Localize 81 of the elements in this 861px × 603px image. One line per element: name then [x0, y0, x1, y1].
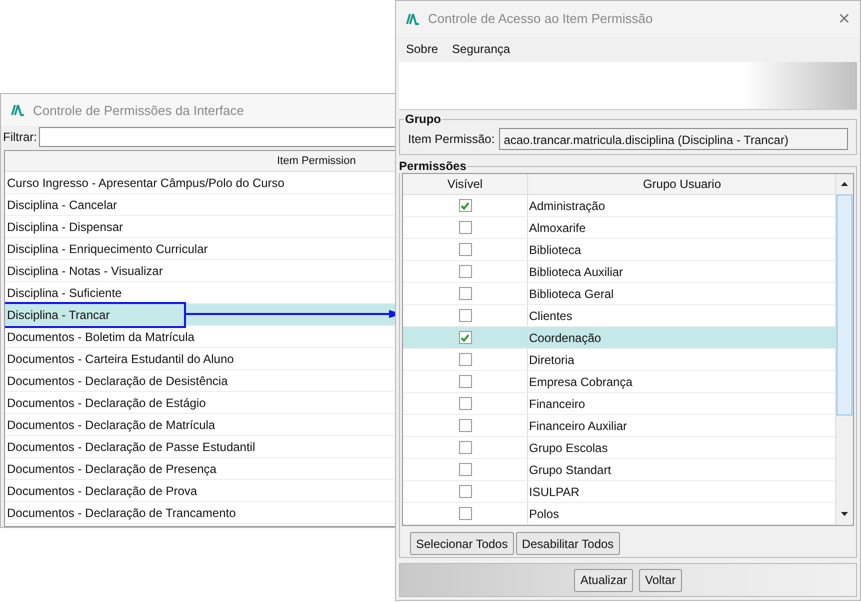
table-cell: Empresa Cobrança — [529, 374, 632, 389]
table-row[interactable]: Financeiro Auxiliar — [403, 415, 835, 438]
table-cell: Documentos - Boletim da Matrícula — [7, 330, 194, 344]
checkbox[interactable] — [458, 485, 472, 498]
action-button[interactable]: Voltar — [639, 568, 682, 592]
checkbox[interactable] — [458, 243, 472, 256]
action-button[interactable]: Selecionar Todos — [410, 532, 514, 556]
table-cell: Biblioteca Auxiliar — [529, 264, 624, 279]
table-row[interactable]: Financeiro — [403, 393, 835, 416]
window-title: Controle de Permissões da Interface — [33, 102, 244, 118]
table-cell: Administração — [529, 198, 606, 213]
checkbox[interactable] — [458, 331, 472, 344]
table-row[interactable]: Polos — [403, 503, 835, 526]
checkbox[interactable] — [458, 507, 472, 520]
table-row[interactable]: Diretoria — [403, 349, 835, 372]
table-row[interactable]: Disciplina - Trancar — [5, 304, 398, 326]
checkbox[interactable] — [458, 309, 472, 322]
group-legend: Grupo — [404, 112, 442, 126]
table-cell: Documentos - Declaração de Trancamento — [7, 506, 236, 520]
table-cell: Polos — [529, 506, 560, 521]
table-cell: Clientes — [529, 308, 572, 323]
table-cell: Documentos - Declaração de Estágio — [7, 396, 206, 410]
close-button[interactable]: × — [838, 8, 850, 29]
column-header[interactable]: Item Permission — [5, 151, 398, 172]
logo-icon — [406, 12, 420, 25]
table-cell: Disciplina - Trancar — [7, 308, 110, 322]
table-row[interactable]: Grupo Escolas — [403, 437, 835, 460]
table-cell: Documentos - Carteira Estudantil do Aluno — [7, 352, 234, 366]
checkbox[interactable] — [458, 287, 472, 300]
item-permission-field[interactable]: acao.trancar.matricula.disciplina (Disciplina - Trancar) — [498, 128, 848, 150]
table-cell: Grupo Escolas — [529, 440, 608, 455]
table-cell: Disciplina - Enriquecimento Curricular — [7, 242, 208, 256]
table-row[interactable]: Coordenação — [403, 327, 835, 350]
table-cell: Documentos - Declaração de Presença — [7, 462, 216, 476]
table-cell: Disciplina - Cancelar — [7, 198, 118, 212]
table-cell: Disciplina - Dispensar — [7, 220, 124, 234]
checkbox[interactable] — [458, 375, 472, 388]
table-cell: Biblioteca Geral — [529, 286, 614, 301]
column-header[interactable]: Visível — [403, 174, 528, 194]
table-cell: Documentos - Declaração de Prova — [7, 484, 198, 498]
table-cell: Documentos - Declaração de Passe Estudantil — [7, 440, 256, 454]
table-cell: Biblioteca — [529, 242, 582, 257]
menu-item[interactable]: Segurança — [452, 42, 510, 56]
table-row[interactable]: ISULPAR — [403, 481, 835, 504]
checkbox[interactable] — [458, 463, 472, 476]
table-row[interactable]: Biblioteca Geral — [403, 283, 835, 306]
logo-icon — [11, 104, 25, 116]
table-cell: Disciplina - Notas - Visualizar — [7, 264, 163, 278]
scrollbar[interactable] — [835, 174, 853, 526]
checkbox[interactable] — [458, 441, 472, 454]
table-row[interactable]: Biblioteca Auxiliar — [403, 261, 835, 284]
window-title: Controle de Acesso ao Item Permissão — [428, 11, 653, 26]
action-button[interactable]: Desabilitar Todos — [516, 532, 620, 556]
menu-item[interactable]: Sobre — [406, 42, 438, 56]
filter-label: Filtrar: — [3, 130, 37, 144]
table-row[interactable]: Grupo Standart — [403, 459, 835, 482]
checkbox[interactable] — [458, 397, 472, 410]
table-row[interactable]: Empresa Cobrança — [403, 371, 835, 394]
group-legend: Permissões — [398, 159, 468, 174]
table-row[interactable]: Administração — [403, 195, 835, 218]
table-row[interactable]: Biblioteca — [403, 239, 835, 262]
field-label: Item Permissão: — [408, 132, 495, 146]
table-cell: Diretoria — [529, 352, 574, 367]
checkbox[interactable] — [458, 199, 472, 212]
table-cell: Curso Ingresso - Apresentar Câmpus/Polo do Curso — [7, 176, 284, 190]
table-cell: Financeiro — [529, 396, 586, 411]
table-cell: Documentos - Declaração de Desistência — [7, 374, 228, 388]
checkbox[interactable] — [458, 353, 472, 366]
table-cell: Financeiro Auxiliar — [529, 418, 628, 433]
checkbox[interactable] — [458, 221, 472, 234]
column-header[interactable]: Grupo Usuario — [528, 174, 835, 194]
table-cell: Almoxarife — [529, 220, 586, 235]
table-cell: Documentos - Declaração de Matrícula — [7, 418, 216, 432]
checkbox[interactable] — [458, 265, 472, 278]
table-cell: Grupo Standart — [529, 462, 612, 477]
action-button[interactable]: Atualizar — [574, 568, 633, 592]
table-cell: Coordenação — [529, 330, 602, 345]
table-cell: ISULPAR — [529, 484, 580, 499]
table-row[interactable]: Almoxarife — [403, 217, 835, 240]
checkbox[interactable] — [458, 419, 472, 432]
table-cell: Disciplina - Suficiente — [7, 286, 122, 300]
